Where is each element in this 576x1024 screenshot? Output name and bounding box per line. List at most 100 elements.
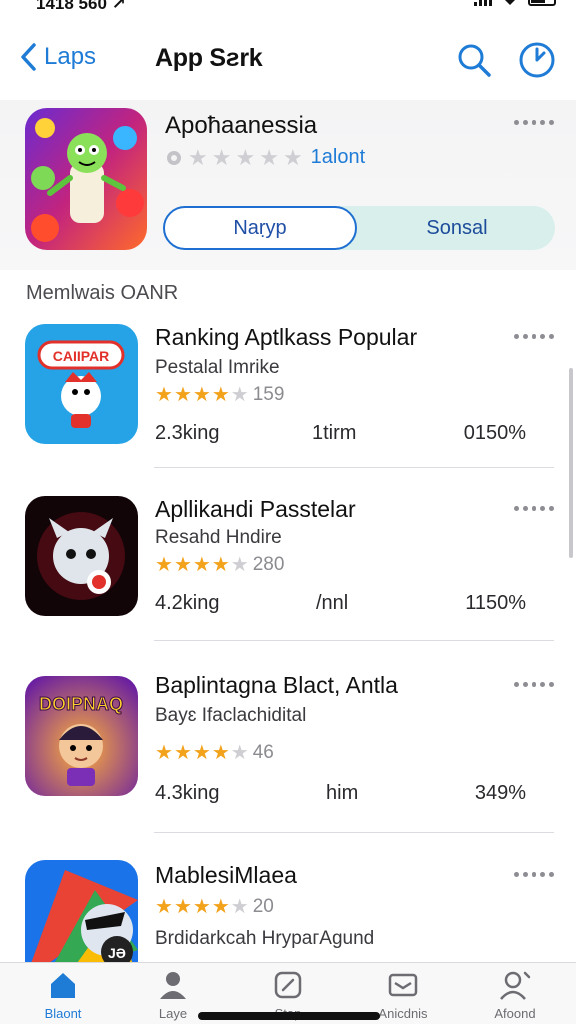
tab-label: Anicdnis [378,1006,428,1021]
more-options-icon[interactable] [514,334,554,342]
star-icon: ★ [230,896,249,918]
wifi-icon [505,0,515,5]
tab-account[interactable]: Afoond [470,969,560,1021]
star-icon: ★ [235,144,256,170]
app-meta-mid: /nnl [316,592,349,614]
featured-rating: ★ ★ ★ ★ ★ 1alont [164,146,365,169]
status-bar: 1418 560 ↗ [0,0,576,18]
divider [154,832,554,833]
app-title: Ranking Aptlkass Popular [155,324,418,350]
tab-label: Laye [158,1006,188,1021]
star-icon: ★ [155,554,173,576]
page-title: App Sƨrk [155,44,263,72]
rating-count: 20 [252,896,274,917]
star-icon: ★ [173,742,192,764]
app-rating: ★ ★ ★ ★ ★ 46 [155,742,274,764]
divider [154,467,554,468]
home-icon [51,973,75,998]
app-meta-left: 4.2king [155,592,220,614]
star-icon: ★ [155,384,173,406]
app-meta-mid: 1tirm [312,422,357,444]
search-icon[interactable] [456,42,492,78]
tab-label: Afoond [494,1006,536,1021]
list-item[interactable]: DOIPNAQ Baplintagna Blact, Antla Bayɛ If… [0,670,576,840]
battery-icon [528,0,556,6]
app-rating: ★ ★ ★ ★ ★ 159 [155,384,284,406]
tab-home[interactable]: Blaont [18,969,108,1021]
rating-count: 280 [252,554,285,575]
list-item[interactable]: JƏ MablesiMlaea ★ ★ ★ ★ ★ 20 Brdidarkcah Hry… [0,858,576,964]
star-icon: ★ [173,554,192,576]
app-meta-right: 0150% [463,422,526,444]
featured-rating-count: 1alont [310,146,366,168]
app-meta-left: 4.3king [155,782,220,804]
app-icon[interactable]: JƏ [25,860,138,964]
list-item[interactable]: CAIIPAR Ranking Aptlkass Popular Pestala… [0,320,576,490]
app-meta-mid: him [326,782,359,804]
more-options-icon[interactable] [514,872,554,880]
star-icon: ★ [211,144,232,170]
section-header: Memlwais OANR [26,282,179,304]
star-icon: ★ [259,144,279,170]
star-icon: ★ [282,144,303,170]
app-icon-badge: JƏ [108,945,126,961]
status-time: 1418 560 ↗ [36,0,126,13]
status-icons [474,0,556,6]
star-icon: ★ [230,384,249,406]
divider [154,640,554,641]
featured-app-card[interactable]: Apoħaanessia ★ ★ ★ ★ ★ 1alont Naṛyp Sons… [0,100,576,270]
featured-app-name: Apoħaanessia [165,112,318,139]
star-icon: ★ [211,554,230,576]
more-options-icon[interactable] [514,506,554,514]
app-title: MablesiMlaea [155,862,297,888]
segment-left-button[interactable]: Naṛyp [163,206,357,250]
star-icon: ★ [211,896,230,918]
app-description: Brdidarkcah HrypaгAgund [155,928,375,949]
more-options-icon[interactable] [514,682,554,690]
gear-icon [167,150,181,165]
app-meta-left: 2.3king [155,422,220,444]
app-meta-right: 1150% [465,592,526,614]
app-subtitle: Pestalal Imrike [155,357,280,378]
segmented-control: Naṛyp Sonsal [163,206,555,250]
rating-count: 159 [252,384,285,405]
app-icon[interactable]: CAIIPAR [25,324,138,444]
app-icon-banner: DOIPNAQ [39,694,123,714]
chevron-left-icon [21,43,36,71]
app-meta-right: 349% [474,782,526,804]
app-rating: ★ ★ ★ ★ ★ 280 [155,554,284,576]
app-icon[interactable]: DOIPNAQ [25,676,138,796]
app-icon[interactable] [25,496,138,616]
scrollbar[interactable] [569,368,573,558]
edit-icon [274,971,302,999]
list-item[interactable]: Apllikaнdi Passtelar Resahd Hndire ★ ★ ★ ★ ★… [0,492,576,662]
app-icon-banner: CAIIPAR [53,348,110,364]
navigation-bar: Laps App Sƨrk [0,36,576,84]
star-icon: ★ [155,896,173,918]
segment-right-button[interactable]: Sonsal [359,206,555,250]
star-icon: ★ [155,742,173,764]
back-label: Laps [44,43,97,70]
star-icon: ★ [192,384,211,406]
star-icon: ★ [173,384,192,406]
star-icon: ★ [192,554,211,576]
home-indicator[interactable] [198,1012,380,1020]
back-button[interactable]: Laps [18,42,96,72]
star-icon: ★ [230,742,249,764]
app-title: Baplintagna Blact, Antla [155,672,398,698]
rating-count: 46 [252,742,274,763]
tab-label: Blaont [44,1006,82,1021]
clock-icon[interactable] [518,41,556,79]
person-icon [160,972,186,999]
star-icon: ★ [192,896,211,918]
signal-icon [474,0,492,6]
inbox-icon [388,973,418,997]
more-options-icon[interactable] [514,120,554,128]
app-subtitle: Bayɛ Ifaclachidital [155,705,307,726]
app-rating: ★ ★ ★ ★ ★ 20 [155,896,274,918]
star-icon: ★ [211,384,230,406]
featured-app-icon[interactable] [25,108,147,250]
account-icon [500,971,531,1000]
star-icon: ★ [173,896,192,918]
star-icon: ★ [230,554,249,576]
